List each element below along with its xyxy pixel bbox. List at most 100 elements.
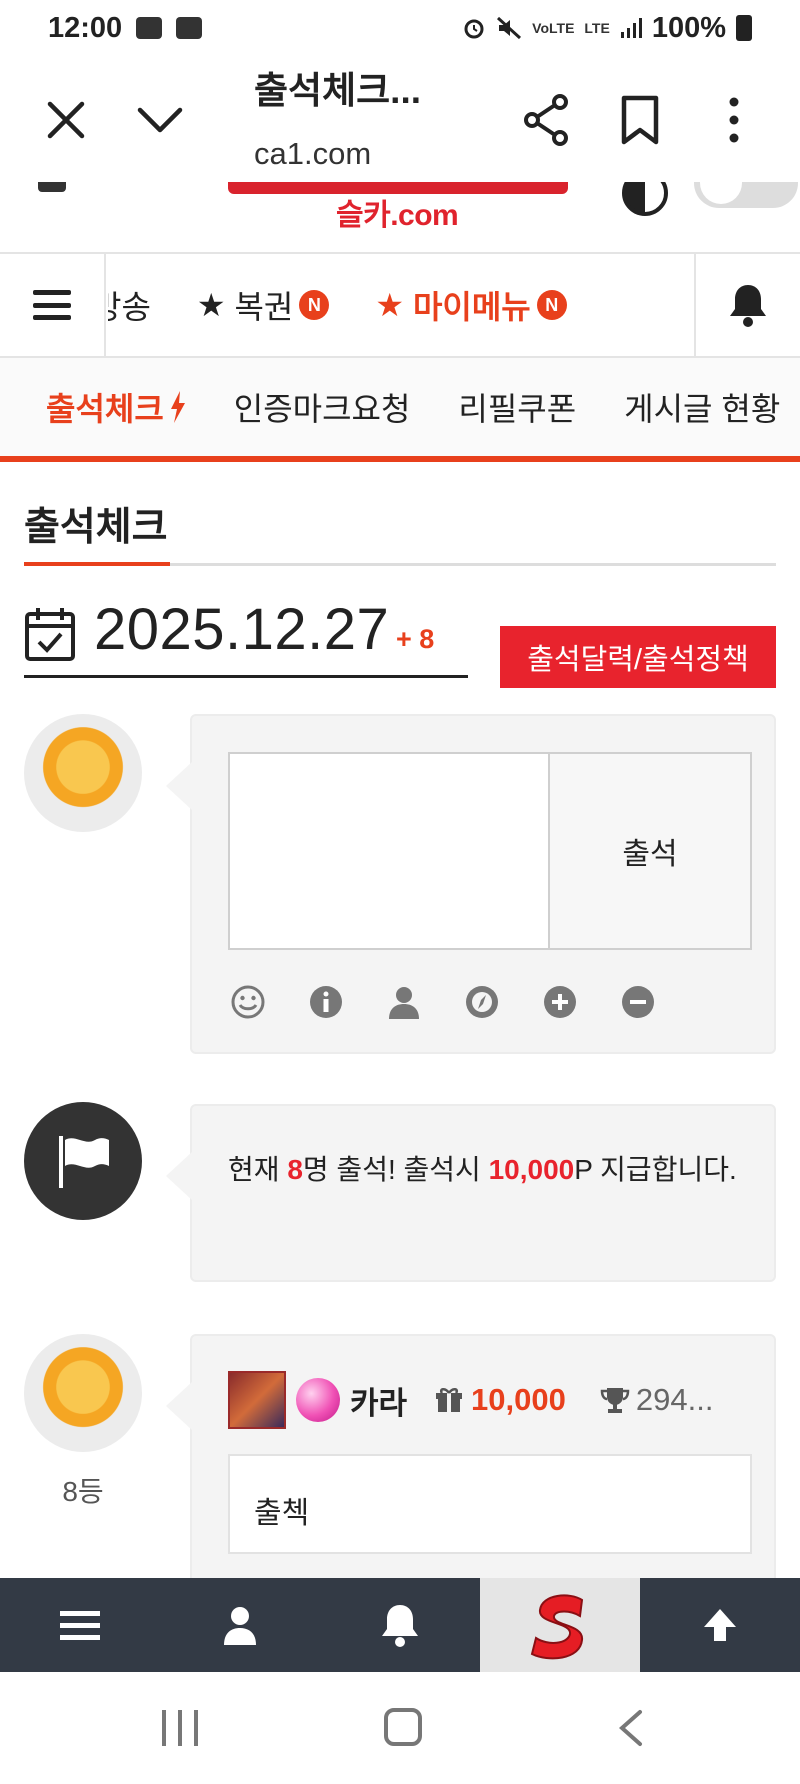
tab-certification-request[interactable]: 인증마크요청: [234, 384, 411, 430]
home-icon[interactable]: [384, 1708, 422, 1746]
plus-circle-icon[interactable]: [542, 984, 578, 1020]
contrast-icon[interactable]: [622, 182, 668, 216]
notice-prefix: 현재: [228, 1154, 288, 1185]
new-badge: N: [536, 290, 567, 320]
alarm-icon: [464, 19, 484, 39]
tab-post-status[interactable]: 게시글 현황: [624, 384, 780, 430]
gift-icon: [436, 1388, 463, 1412]
member-name[interactable]: 카라: [350, 1378, 407, 1423]
status-bar: 12:00 VoLTE LTE 100%: [0, 0, 800, 56]
theme-toggle[interactable]: [694, 182, 798, 208]
bell-icon: [730, 285, 766, 327]
bottom-menu-button[interactable]: [0, 1578, 160, 1672]
back-icon[interactable]: [616, 1708, 646, 1748]
youtube-icon: [176, 17, 203, 39]
bell-icon: [382, 1605, 418, 1647]
nav-label: 마이메뉴: [412, 289, 531, 325]
tab-label: 게시글 현황: [624, 391, 781, 427]
battery-level: 100%: [651, 11, 726, 44]
bubble-arrow: [166, 1152, 192, 1200]
lightning-icon: [170, 391, 185, 423]
volte-indicator: VoLTE: [532, 20, 575, 36]
header-left-icon[interactable]: [38, 182, 66, 192]
comment-header: 카라 10,000 294...: [228, 1370, 748, 1430]
nav-item-my-menu[interactable]: ★ 마이메뉴 N: [375, 282, 567, 328]
browser-toolbar: 출석체크... ca1.com: [0, 56, 800, 182]
tab-label: 인증마크요청: [233, 391, 411, 427]
chevron-down-icon[interactable]: [132, 94, 188, 146]
attendance-policy-button[interactable]: 출석달력/출석정책: [500, 626, 776, 688]
attendance-notice-card: 현재 8명 출석! 출석시 10,000P 지급합니다.: [166, 1104, 776, 1282]
bubble-arrow: [166, 1382, 192, 1430]
tab-label: 출석체크: [46, 391, 164, 427]
url-text[interactable]: ca1.com: [254, 136, 371, 172]
site-header: 슬카.com: [0, 182, 800, 252]
status-right: VoLTE LTE 100%: [462, 12, 752, 45]
star-icon: ★: [375, 287, 405, 323]
page-title-bar: 출석체크...: [254, 70, 421, 111]
trophy-icon: [600, 1388, 630, 1413]
site-logo-icon: [530, 1594, 584, 1660]
main-nav-items: 방송 ★ 복권 N ★ 마이메뉴 N: [108, 254, 694, 356]
bottom-home-logo-button[interactable]: [480, 1578, 640, 1672]
compass-icon[interactable]: [464, 984, 500, 1020]
user-icon[interactable]: [386, 984, 422, 1020]
user-icon: [224, 1607, 256, 1645]
new-badge: N: [299, 290, 330, 320]
comment-body: 출첵: [228, 1454, 752, 1554]
tab-refill-coupon[interactable]: 리필쿠폰: [458, 384, 576, 430]
bottom-profile-button[interactable]: [160, 1578, 320, 1672]
member-photo[interactable]: [228, 1371, 286, 1429]
date-count-badge: + 8: [396, 624, 435, 654]
system-nav-bar: [0, 1672, 800, 1784]
tab-attendance[interactable]: 출석체크: [46, 384, 186, 430]
attendance-date: 2025.12.27: [94, 597, 390, 662]
nav-label: 방송: [108, 289, 151, 325]
title-underline: [24, 562, 170, 566]
lte-indicator: LTE: [584, 20, 610, 36]
signal-icon: [620, 18, 642, 38]
member-score: 294...: [635, 1382, 714, 1417]
nav-item-lottery[interactable]: ★ 복권 N: [196, 282, 330, 328]
attendance-form: 출석: [228, 752, 752, 950]
attendance-submit-button[interactable]: 출석: [550, 754, 750, 948]
more-vertical-icon[interactable]: [716, 92, 752, 148]
avatar: [24, 714, 142, 832]
arrow-up-icon: [704, 1609, 736, 1641]
close-icon[interactable]: [40, 94, 92, 146]
level-orb-icon: [296, 1378, 340, 1422]
info-icon[interactable]: [308, 984, 344, 1020]
reward-points: 10,000: [488, 1154, 575, 1185]
bookmark-icon[interactable]: [618, 92, 662, 148]
share-icon[interactable]: [518, 92, 574, 148]
minus-circle-icon[interactable]: [620, 984, 656, 1020]
star-icon: ★: [196, 287, 226, 323]
notification-button[interactable]: [694, 254, 800, 356]
page-title: 출석체크: [24, 506, 168, 549]
recent-apps-icon[interactable]: [162, 1710, 198, 1746]
comment-avatar[interactable]: [24, 1334, 142, 1452]
date-row: 2025.12.27 + 8: [24, 596, 468, 678]
scroll-top-button[interactable]: [640, 1578, 800, 1672]
attendance-comment-input[interactable]: [230, 754, 550, 948]
gallery-icon: [136, 17, 163, 39]
bubble-arrow: [166, 762, 192, 810]
site-logo-text[interactable]: 슬카.com: [336, 190, 459, 234]
page-heading: 출석체크: [24, 496, 776, 566]
bottom-notification-button[interactable]: [320, 1578, 480, 1672]
attendance-rank: 8등: [62, 1476, 104, 1507]
attendance-notice: 현재 8명 출석! 출석시 10,000P 지급합니다.: [228, 1144, 748, 1196]
hamburger-icon: [33, 290, 71, 320]
member-points: 10,000: [471, 1382, 566, 1417]
flag-icon: [59, 1136, 109, 1188]
status-time: 12:00: [48, 11, 123, 44]
status-left: 12:00: [48, 11, 203, 45]
toggle-knob: [700, 182, 742, 204]
nav-label: 복권: [234, 289, 294, 325]
menu-button[interactable]: [0, 254, 106, 356]
emoji-icon[interactable]: [230, 984, 266, 1020]
nav-item-broadcast[interactable]: 방송: [108, 282, 151, 328]
menu-icon: [60, 1611, 100, 1640]
tab-label: 리필쿠폰: [458, 391, 577, 427]
attendance-comment-card: 카라 10,000 294... 출첵: [166, 1334, 776, 1594]
